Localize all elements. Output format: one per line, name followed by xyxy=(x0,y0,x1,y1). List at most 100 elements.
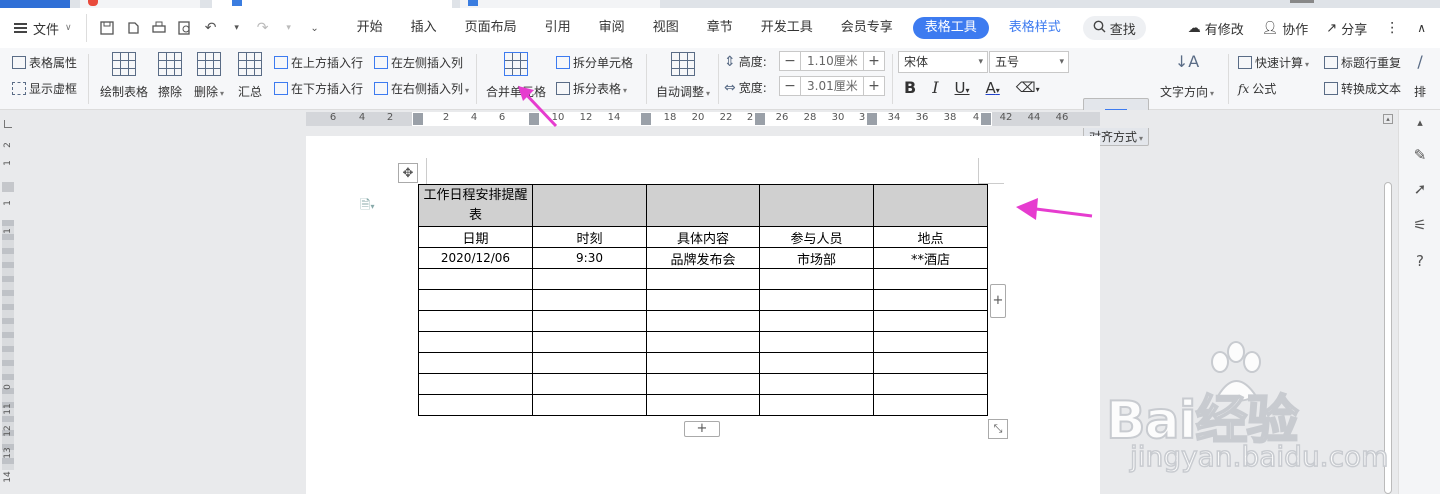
table-move-handle-icon[interactable]: ✥ xyxy=(398,163,418,183)
menu-tab-references[interactable]: 引用 xyxy=(531,8,585,48)
table-cell[interactable] xyxy=(418,352,533,374)
column-header-participants[interactable]: 参与人员 xyxy=(759,226,874,248)
table-cell[interactable] xyxy=(646,394,760,416)
table-cell[interactable] xyxy=(759,331,874,353)
table-cell[interactable] xyxy=(873,352,988,374)
summary-button[interactable]: 汇总 xyxy=(238,52,262,100)
tab-home[interactable] xyxy=(0,0,70,8)
quick-calc-button[interactable]: 快速计算 xyxy=(1238,54,1309,71)
ruler-column-marker[interactable] xyxy=(981,113,991,125)
ruler-column-marker[interactable] xyxy=(641,113,651,125)
table-cell[interactable] xyxy=(418,310,533,332)
table-cell[interactable]: 2020/12/06 xyxy=(418,247,533,269)
convert-to-text-button[interactable]: 转换成文本 xyxy=(1324,80,1401,97)
collaborate-button[interactable]: 👤︎ 协作 xyxy=(1262,19,1309,38)
modified-status-button[interactable]: ☁ 有修改 xyxy=(1188,19,1244,38)
column-header-content[interactable]: 具体内容 xyxy=(646,226,760,248)
table-cell[interactable] xyxy=(532,310,647,332)
redo-dropdown-icon[interactable]: ▾ xyxy=(281,20,297,36)
print-icon[interactable] xyxy=(151,20,167,36)
search-button[interactable]: 查找 xyxy=(1082,16,1146,40)
underline-icon[interactable]: U▾ xyxy=(955,79,970,97)
decrease-height-button[interactable]: − xyxy=(780,52,800,70)
table-resize-handle-icon[interactable]: ⤡ xyxy=(988,419,1008,439)
split-cells-button[interactable]: 拆分单元格 xyxy=(556,54,633,71)
ruler-column-marker[interactable] xyxy=(413,113,423,125)
draw-table-button[interactable]: 绘制表格 xyxy=(100,52,148,100)
font-color-icon[interactable]: A▾ xyxy=(986,79,1000,97)
font-size-select[interactable]: 五号 xyxy=(989,51,1069,73)
table-cell[interactable] xyxy=(759,268,874,290)
ruler-corner-icon[interactable] xyxy=(4,120,12,128)
table-cell[interactable] xyxy=(873,289,988,311)
table-cell[interactable] xyxy=(646,184,760,227)
cursor-icon[interactable]: ➚ xyxy=(1410,180,1430,200)
column-header-time[interactable]: 时刻 xyxy=(532,226,647,248)
table-cell[interactable]: **酒店 xyxy=(873,247,988,269)
ruler-column-marker[interactable] xyxy=(755,113,765,125)
table-cell[interactable] xyxy=(532,373,647,395)
export-pdf-icon[interactable] xyxy=(125,20,141,36)
undo-icon[interactable]: ↶ xyxy=(203,20,219,36)
print-preview-icon[interactable] xyxy=(177,20,193,36)
increase-width-button[interactable]: + xyxy=(864,77,884,95)
table-cell[interactable] xyxy=(759,289,874,311)
table-cell[interactable] xyxy=(873,268,988,290)
menu-tab-developer[interactable]: 开发工具 xyxy=(747,8,827,48)
share-button[interactable]: ↗ 分享 xyxy=(1326,19,1367,38)
table-cell[interactable] xyxy=(418,394,533,416)
paragraph-doc-icon[interactable]: 🗎︎▾ xyxy=(360,196,374,218)
decrease-width-button[interactable]: − xyxy=(780,77,800,95)
scroll-up-icon[interactable]: ▴ xyxy=(1383,114,1393,124)
repeat-header-button[interactable]: 标题行重复 xyxy=(1324,54,1401,71)
table-cell[interactable] xyxy=(873,184,988,227)
table-cell[interactable] xyxy=(418,289,533,311)
col-width-stepper[interactable]: − 3.01厘米 + xyxy=(779,76,885,96)
table-cell[interactable] xyxy=(873,310,988,332)
table-cell[interactable] xyxy=(759,394,874,416)
insert-col-left-button[interactable]: 在左侧插入列 xyxy=(374,54,463,71)
menu-tab-table-style[interactable]: 表格样式 xyxy=(995,8,1075,48)
formula-button[interactable]: fx 公式 xyxy=(1238,80,1276,97)
table-cell[interactable] xyxy=(646,268,760,290)
table-cell[interactable] xyxy=(418,373,533,395)
table-cell[interactable] xyxy=(759,310,874,332)
auto-fit-button[interactable]: 自动调整 xyxy=(656,52,710,100)
highlight-icon[interactable]: ⌫▾ xyxy=(1016,80,1040,96)
menu-tab-member[interactable]: 会员专享 xyxy=(827,8,907,48)
customize-toolbar-icon[interactable]: ⌄ xyxy=(307,20,323,36)
table-cell[interactable] xyxy=(873,394,988,416)
table-cell[interactable] xyxy=(418,268,533,290)
menu-tab-table-tools[interactable]: 表格工具 xyxy=(912,17,989,39)
table-cell[interactable] xyxy=(646,352,760,374)
table-cell[interactable] xyxy=(646,373,760,395)
row-height-value[interactable]: 1.10厘米 xyxy=(800,52,864,70)
help-icon[interactable]: ? xyxy=(1410,252,1430,272)
redo-icon[interactable]: ↷ xyxy=(255,20,271,36)
bold-icon[interactable]: B xyxy=(904,78,916,97)
menu-tab-review[interactable]: 审阅 xyxy=(585,8,639,48)
insert-row-below-button[interactable]: 在下方插入行 xyxy=(274,80,363,97)
pen-icon[interactable]: ✎ xyxy=(1410,146,1430,166)
horizontal-ruler[interactable]: 6 4 2 2 4 6 10 12 14 18 20 22 2 26 28 30… xyxy=(0,110,1440,128)
show-gridlines-button[interactable]: 显示虚框 xyxy=(12,80,77,97)
minimize-icon[interactable] xyxy=(1290,0,1314,3)
font-name-select[interactable]: 宋体 xyxy=(898,51,988,73)
settings-sliders-icon[interactable]: ⚟ xyxy=(1410,216,1430,236)
table-cell[interactable]: 市场部 xyxy=(759,247,874,269)
vertical-ruler[interactable]: 2 1 1 1 0 11 12 13 14 xyxy=(0,128,16,494)
schedule-table[interactable]: 工作日程安排提醒表 日期 时刻 具体内容 参与人员 地点 2020/12/06 … xyxy=(418,184,988,416)
insert-row-above-button[interactable]: 在上方插入行 xyxy=(274,54,363,71)
menu-tab-view[interactable]: 视图 xyxy=(639,8,693,48)
insert-col-right-button[interactable]: 在右侧插入列 xyxy=(374,80,469,97)
delete-button[interactable]: 删除 xyxy=(194,52,224,100)
add-row-button[interactable]: + xyxy=(684,421,720,437)
row-height-stepper[interactable]: − 1.10厘米 + xyxy=(779,51,885,71)
collapse-ribbon-icon[interactable]: ∧ xyxy=(1417,21,1426,35)
table-properties-button[interactable]: 表格属性 xyxy=(12,54,77,71)
table-cell[interactable] xyxy=(873,331,988,353)
more-icon[interactable]: ⋮ xyxy=(1385,20,1399,36)
table-cell[interactable] xyxy=(532,289,647,311)
italic-icon[interactable]: I xyxy=(932,78,938,97)
undo-dropdown-icon[interactable]: ▾ xyxy=(229,20,245,36)
